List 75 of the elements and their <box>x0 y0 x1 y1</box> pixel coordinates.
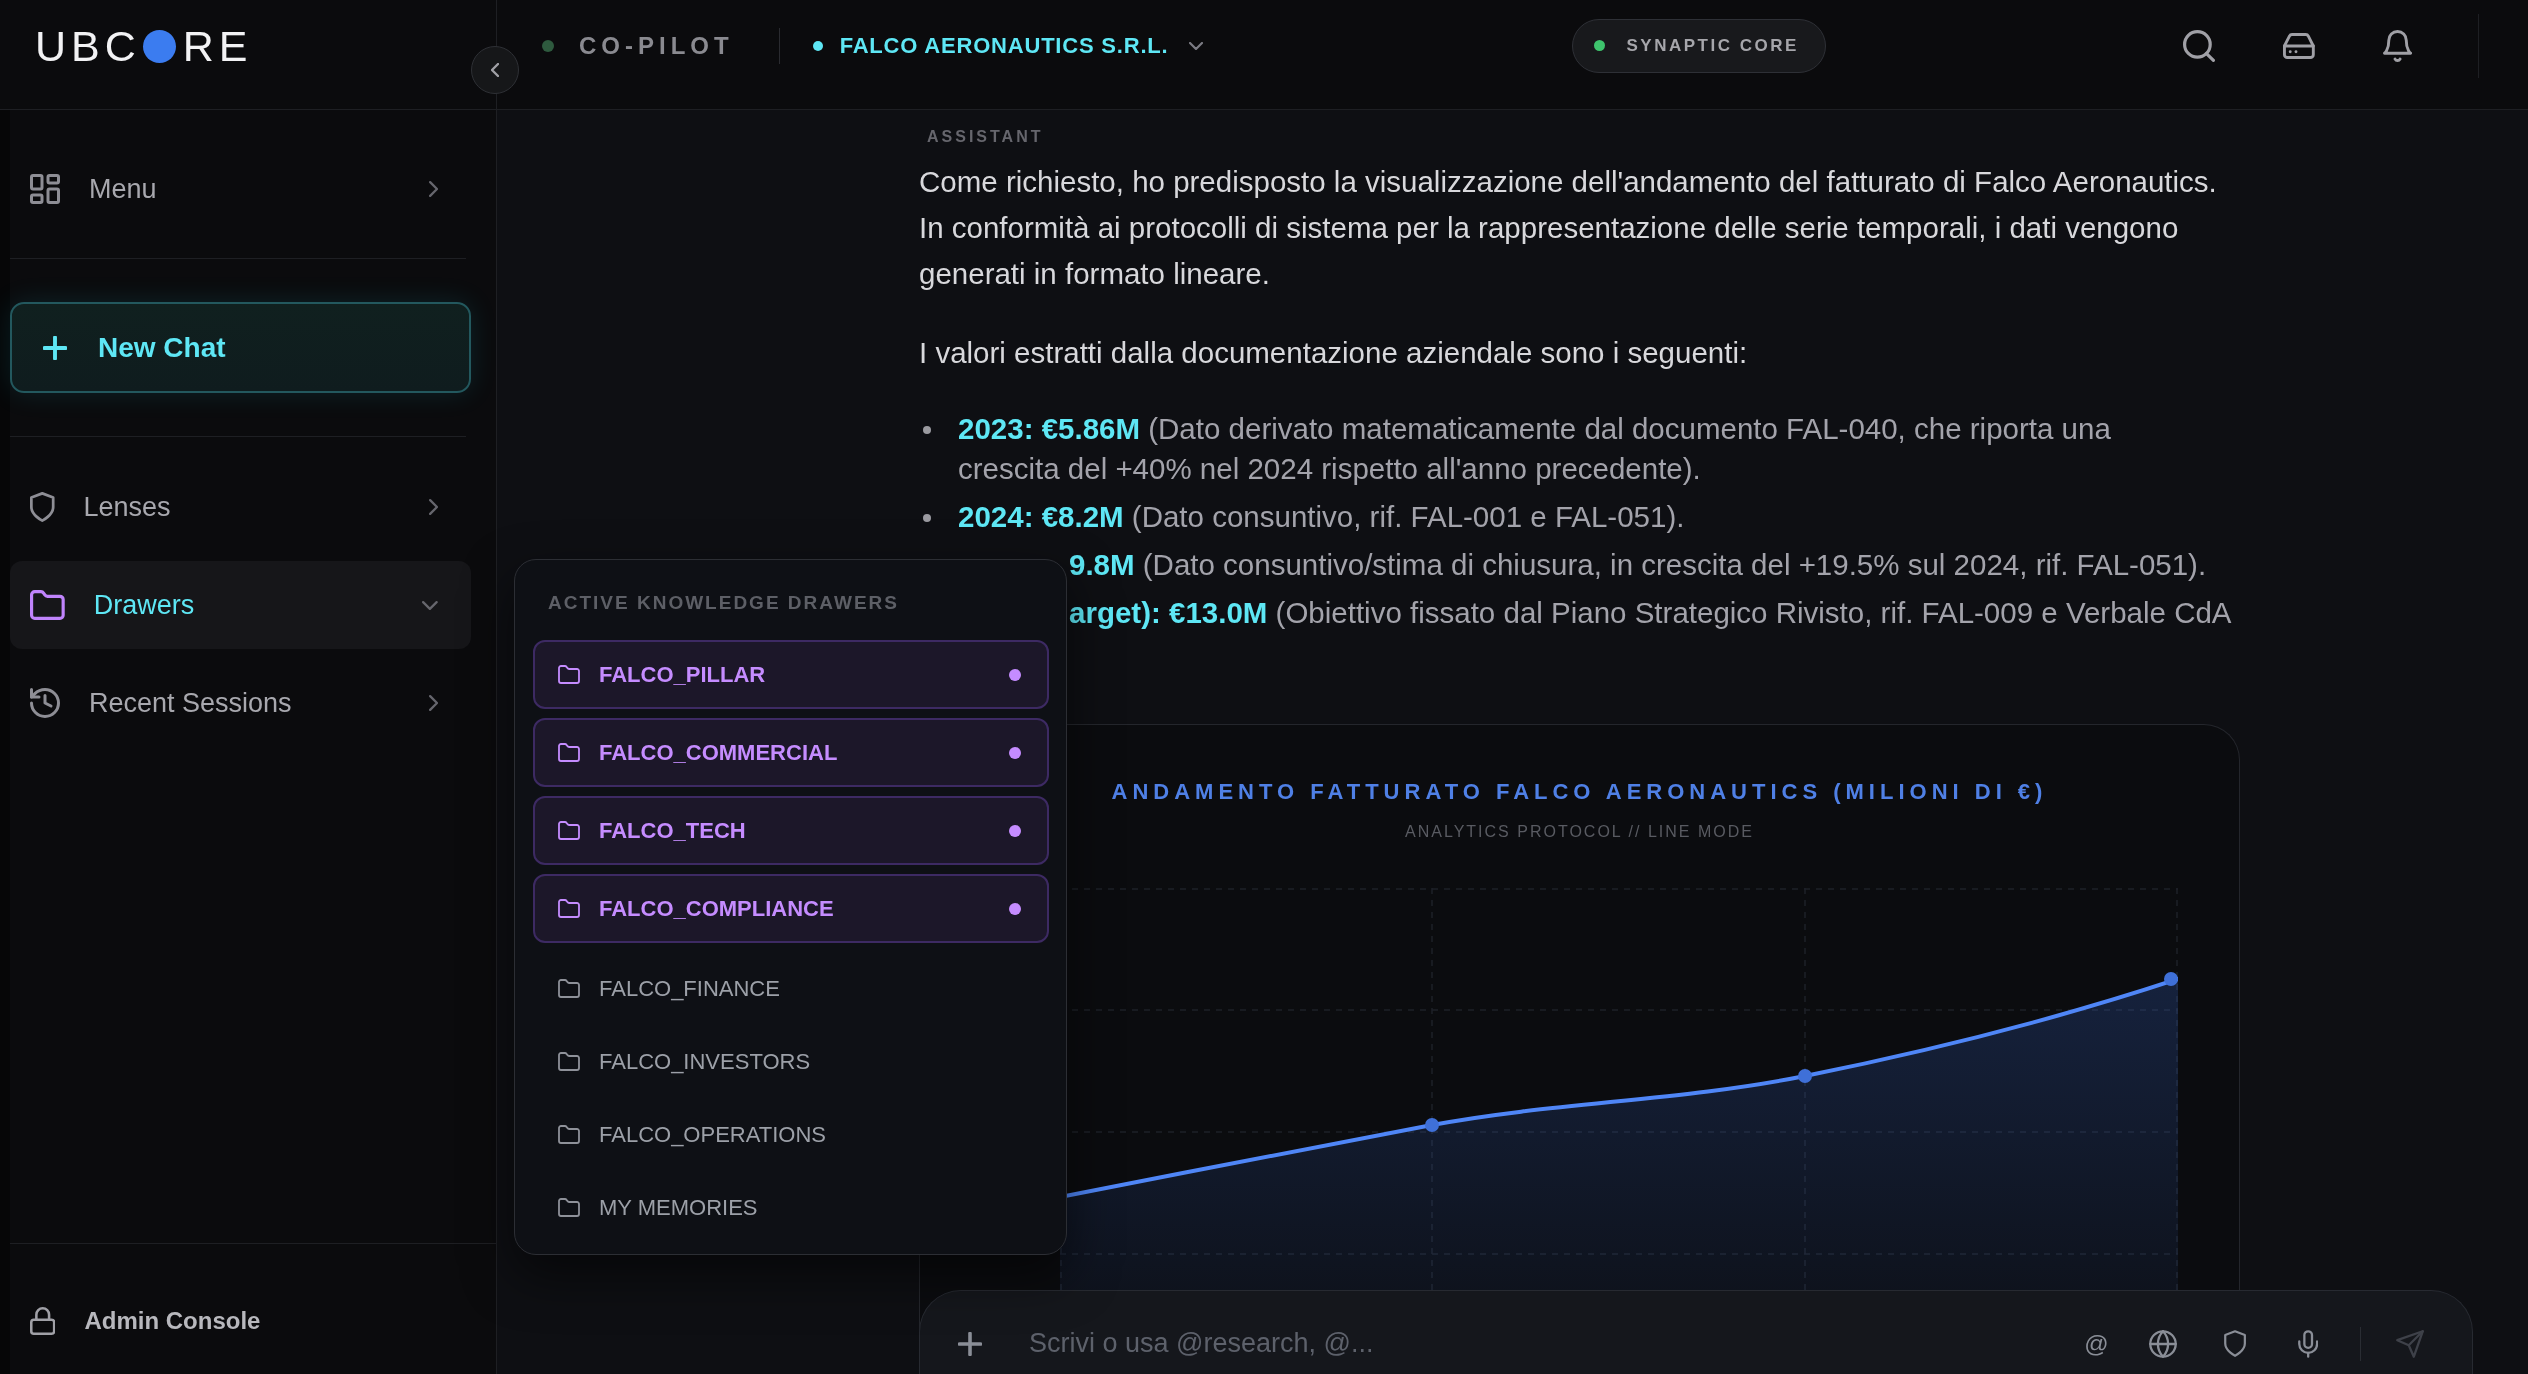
drawer-item[interactable]: FALCO_FINANCE <box>533 952 1049 1025</box>
popup-heading: ACTIVE KNOWLEDGE DRAWERS <box>547 591 900 615</box>
workspace-selector[interactable]: FALCO AERONAUTICS S.R.L. <box>812 32 1203 59</box>
chart-title: ANDAMENTO FATTURATO FALCO AERONAUTICS (MILIONI DI €) <box>1111 778 2048 806</box>
logo-text: UBC <box>35 25 141 68</box>
folder-icon <box>30 590 65 620</box>
status-dot-icon <box>542 39 554 52</box>
folder-icon <box>558 821 580 840</box>
folder-icon <box>558 1125 580 1144</box>
drawer-item[interactable]: FALCO_INVESTORS <box>533 1025 1049 1098</box>
folder-icon <box>558 899 580 918</box>
message-composer[interactable]: Scrivi o usa @research, @... @ <box>919 1290 2473 1374</box>
folder-icon <box>558 665 580 684</box>
status-label: SYNAPTIC CORE <box>1626 35 1799 56</box>
sidebar-item[interactable]: Drawers <box>10 561 471 649</box>
bell-icon <box>2382 29 2412 62</box>
active-dot-icon <box>1009 902 1021 915</box>
drawer-item[interactable]: FALCO_PILLAR <box>533 640 1049 709</box>
message-input[interactable]: Scrivi o usa @research, @... <box>1029 1321 2065 1366</box>
bullet-icon <box>923 514 931 522</box>
mode-label: CO-PILOT <box>579 31 734 60</box>
globe-icon <box>2148 1329 2177 1358</box>
active-dot-icon <box>1009 746 1021 759</box>
drawer-item[interactable]: FALCO_OPERATIONS <box>533 1098 1049 1171</box>
history-icon <box>30 688 60 718</box>
message-role-label: ASSISTANT <box>926 127 1044 147</box>
grid-icon <box>30 174 60 204</box>
search-button[interactable] <box>2183 29 2216 62</box>
data-point <box>1425 1118 1439 1132</box>
sidebar-item[interactable]: Recent Sessions <box>10 659 471 747</box>
logo-text: RE <box>182 25 253 68</box>
chart-subtitle: ANALYTICS PROTOCOL // LINE MODE <box>1405 822 1754 842</box>
logo-dot-icon <box>142 30 176 63</box>
microphone-button[interactable] <box>2297 1329 2318 1358</box>
list-item-text: 2023: €5.86M (Dato derivato matematicamente dal documento FAL-040, che riporta una crescita del +40% nel 2024 rispetto all'anno precedente). <box>958 411 2111 487</box>
plus-icon <box>43 335 67 360</box>
list-item-text: arget): €13.0M (Obiettivo fissato dal Piano Strategico Rivisto, rif. FAL-009 e Verbale CdA <box>1069 595 2232 631</box>
folder-icon <box>558 979 580 998</box>
search-icon <box>2183 29 2216 62</box>
storage-button[interactable] <box>2283 32 2315 59</box>
folder-icon <box>558 1052 580 1071</box>
data-point <box>2164 972 2178 986</box>
sidebar-item[interactable]: Lenses <box>10 463 471 551</box>
data-point <box>1798 1069 1812 1083</box>
folder-icon <box>558 743 580 762</box>
new-chat-button[interactable]: New Chat <box>10 302 471 393</box>
attach-button[interactable] <box>958 1331 982 1356</box>
mention-button[interactable]: @ <box>2084 1329 2109 1358</box>
active-dot-icon <box>1009 824 1021 837</box>
lock-icon <box>30 1307 56 1335</box>
drawer-item[interactable]: FALCO_COMMERCIAL <box>533 718 1049 787</box>
shield-icon <box>30 492 55 522</box>
bullet-icon <box>923 426 931 434</box>
plus-icon <box>958 1331 982 1356</box>
drawer-item[interactable]: FALCO_TECH <box>533 796 1049 865</box>
send-icon <box>2396 1329 2424 1358</box>
sidebar-item[interactable]: Menu <box>10 145 471 233</box>
status-dot-icon <box>812 40 823 51</box>
message-paragraph: Come richiesto, ho predisposto la visualizzazione dell'andamento del fatturato di Falco Aeronautics. In conformità ai protocolli di sistema per la rappresentazione delle serie temporali, i dati vengono generati in formato lineare. <box>919 164 2217 292</box>
list-item-text: 2024: €8.2M (Dato consuntivo, rif. FAL-001 e FAL-051). <box>958 499 1685 535</box>
shield-icon <box>2223 1330 2246 1357</box>
admin-console-link[interactable]: Admin Console <box>30 1307 261 1335</box>
notifications-button[interactable] <box>2382 29 2412 62</box>
list-item-text: 9.8M (Dato consuntivo/stima di chiusura, in crescita del +19.5% sul 2024, rif. FAL-051). <box>1069 547 2207 583</box>
folder-icon <box>558 1198 580 1217</box>
message-paragraph: I valori estratti dalla documentazione aziendale sono i seguenti: <box>919 335 1748 371</box>
chevron-left-icon <box>491 63 499 77</box>
shield-button[interactable] <box>2223 1330 2246 1357</box>
active-dot-icon <box>1009 668 1021 681</box>
drawer-item[interactable]: MY MEMORIES <box>533 1171 1049 1244</box>
microphone-icon <box>2297 1329 2318 1358</box>
chevron-down-icon <box>1188 41 1203 50</box>
web-search-button[interactable] <box>2148 1329 2177 1358</box>
drawer-item[interactable]: FALCO_COMPLIANCE <box>533 874 1049 943</box>
hard-drive-icon <box>2283 32 2315 59</box>
